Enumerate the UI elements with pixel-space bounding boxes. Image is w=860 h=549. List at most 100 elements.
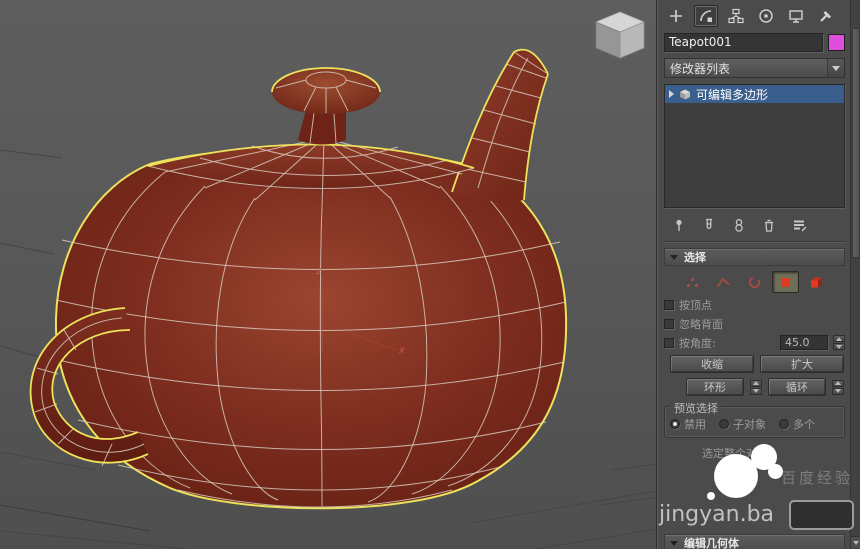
viewport-canvas[interactable]: z x xyxy=(0,0,656,549)
ring-loop-row: 环形 循环 xyxy=(664,378,845,396)
loop-spinner xyxy=(832,379,844,395)
teapot-object[interactable]: z x xyxy=(29,48,568,510)
spinner-up-icon xyxy=(835,381,841,385)
subobject-polygon-button[interactable] xyxy=(772,271,799,293)
show-end-result-button[interactable] xyxy=(699,216,719,234)
preview-selection-title: 预览选择 xyxy=(671,400,721,416)
radio-icon xyxy=(719,419,729,429)
object-color-swatch[interactable] xyxy=(828,33,845,51)
ring-spin-up[interactable] xyxy=(750,379,762,387)
rollout-collapse-icon xyxy=(670,540,678,546)
viewcube[interactable] xyxy=(594,11,646,59)
expand-arrow-icon[interactable] xyxy=(669,90,674,98)
tab-create[interactable] xyxy=(664,5,688,27)
configure-sets-icon xyxy=(793,220,806,232)
preview-selection-options: 禁用 子对象 多个 xyxy=(665,416,844,432)
shrink-grow-row: 收缩 扩大 xyxy=(664,355,845,373)
vertex-icon xyxy=(687,277,698,287)
z-axis-label: z xyxy=(315,266,322,277)
preview-disable-option[interactable]: 禁用 xyxy=(670,416,706,432)
watermark-text: jingyan.ba xyxy=(659,502,775,527)
remove-modifier-button[interactable] xyxy=(759,216,779,234)
stack-row-label: 可编辑多边形 xyxy=(696,87,769,102)
stack-toolbar xyxy=(664,214,845,236)
tab-utilities[interactable] xyxy=(814,5,838,27)
make-unique-icon xyxy=(735,219,743,232)
make-unique-button[interactable] xyxy=(729,216,749,234)
create-icon xyxy=(670,10,682,22)
element-icon xyxy=(811,277,822,287)
ring-button[interactable]: 环形 xyxy=(686,378,744,396)
object-name-input[interactable]: Teapot001 xyxy=(664,32,823,52)
object-name-row: Teapot001 xyxy=(664,32,845,52)
by-angle-checkbox[interactable] xyxy=(664,337,674,348)
modify-icon xyxy=(700,10,712,22)
subobject-border-button[interactable] xyxy=(741,271,768,293)
polygon-icon xyxy=(781,277,790,287)
spinner-up-icon xyxy=(836,336,842,341)
perspective-viewport[interactable]: z x xyxy=(0,0,656,549)
angle-spin-up[interactable] xyxy=(833,335,845,342)
knob-neck xyxy=(298,110,346,145)
trash-icon xyxy=(765,219,773,232)
scrollbar-down-button[interactable] xyxy=(851,536,860,548)
x-axis-label: x xyxy=(398,345,405,356)
angle-spinner xyxy=(833,335,845,350)
shrink-button[interactable]: 收缩 xyxy=(670,355,754,373)
tab-hierarchy[interactable] xyxy=(724,5,748,27)
subobject-edge-button[interactable] xyxy=(710,271,737,293)
by-angle-row: 按角度: 45.0 xyxy=(664,335,845,350)
rollout-selection-title: 选择 xyxy=(684,251,706,264)
preview-subobj-label: 子对象 xyxy=(733,418,766,431)
angle-value-field[interactable]: 45.0 xyxy=(780,335,828,350)
watermark-circle xyxy=(707,492,715,500)
pin-icon xyxy=(676,219,682,231)
preview-selection-group: 预览选择 禁用 子对象 多个 xyxy=(664,400,845,438)
rollout-collapse-icon xyxy=(670,254,678,260)
border-icon xyxy=(749,276,760,288)
subobject-vertex-button[interactable] xyxy=(679,271,706,293)
panel-divider xyxy=(664,241,845,242)
loop-spin-down[interactable] xyxy=(832,387,844,395)
test-tube-icon xyxy=(706,218,712,229)
modifier-list-label: 修改器列表 xyxy=(670,61,731,76)
pin-stack-button[interactable] xyxy=(669,216,689,234)
utilities-icon xyxy=(820,11,831,22)
preview-subobj-option[interactable]: 子对象 xyxy=(719,416,766,432)
tab-modify[interactable] xyxy=(694,5,718,27)
grow-button[interactable]: 扩大 xyxy=(760,355,844,373)
preview-disable-label: 禁用 xyxy=(684,418,706,431)
ignore-backfacing-checkbox[interactable] xyxy=(664,318,674,329)
hierarchy-icon xyxy=(728,8,744,24)
tab-motion[interactable] xyxy=(754,5,778,27)
tab-display[interactable] xyxy=(784,5,808,27)
preview-multi-option[interactable]: 多个 xyxy=(779,416,815,432)
ignore-backfacing-row: 忽略背面 xyxy=(664,316,845,331)
by-vertex-row: 按顶点 xyxy=(664,297,845,312)
display-icon xyxy=(789,10,803,23)
modifier-stack[interactable]: 可编辑多边形 xyxy=(664,84,845,208)
arrow-down-icon xyxy=(852,540,859,545)
radio-icon xyxy=(779,419,789,429)
editable-poly-icon xyxy=(680,89,690,99)
subobject-element-button[interactable] xyxy=(803,271,830,293)
spinner-down-icon xyxy=(835,389,841,393)
by-angle-label: 按角度: xyxy=(679,336,716,350)
ignore-backfacing-label: 忽略背面 xyxy=(679,317,723,331)
ring-spin-down[interactable] xyxy=(750,387,762,395)
rollout-edit-geometry[interactable]: 编辑几何体 xyxy=(664,534,845,549)
spinner-down-icon xyxy=(753,389,759,393)
modifier-list-dropdown-button[interactable] xyxy=(827,59,844,77)
configure-modifier-sets-button[interactable] xyxy=(789,216,809,234)
rollout-selection[interactable]: 选择 xyxy=(664,248,845,266)
loop-button[interactable]: 循环 xyxy=(768,378,826,396)
chevron-down-icon xyxy=(832,65,840,71)
scrollbar-thumb[interactable] xyxy=(852,28,860,258)
loop-spin-up[interactable] xyxy=(832,379,844,387)
angle-spin-down[interactable] xyxy=(833,343,845,350)
stack-row-editable-poly[interactable]: 可编辑多边形 xyxy=(665,85,844,103)
by-vertex-checkbox[interactable] xyxy=(664,299,674,310)
spinner-up-icon xyxy=(753,381,759,385)
command-panel-tabs xyxy=(664,3,845,29)
modifier-list-combo[interactable]: 修改器列表 xyxy=(664,58,845,78)
